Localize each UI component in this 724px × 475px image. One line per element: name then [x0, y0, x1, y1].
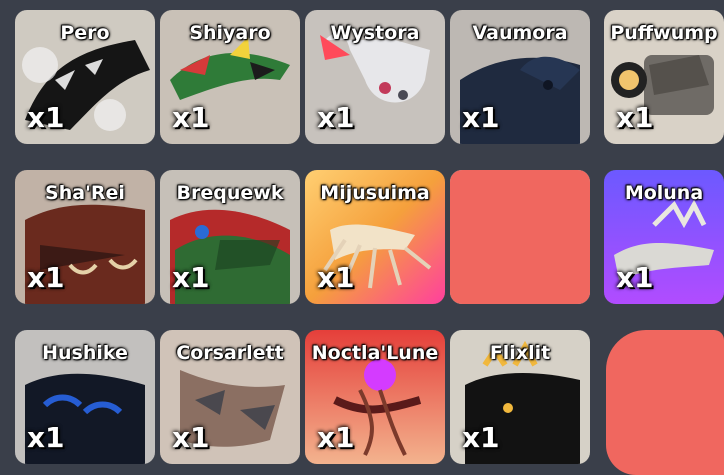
creature-card-puffwump[interactable]: Puffwump x1 [604, 10, 724, 144]
creature-name: Noctla'Lune [311, 342, 439, 364]
creature-card-sharei[interactable]: Sha'Rei x1 [15, 170, 155, 304]
creature-count: x1 [317, 101, 355, 134]
creature-card-brequewk[interactable]: Brequewk x1 [160, 170, 300, 304]
creature-name: Pero [60, 22, 110, 44]
creature-card-mijusuima[interactable]: Mijusuima x1 [305, 170, 445, 304]
creature-count: x1 [172, 421, 210, 454]
creature-count: x1 [462, 101, 500, 134]
creature-count: x1 [616, 261, 654, 294]
creature-name: Corsarlett [176, 342, 284, 364]
creature-name: Sha'Rei [45, 182, 125, 204]
creature-count: x1 [27, 421, 65, 454]
creature-count: x1 [317, 261, 355, 294]
creature-card-flixlit[interactable]: Flixlit x1 [450, 330, 590, 464]
creature-card-shiyaro[interactable]: Shiyaro x1 [160, 10, 300, 144]
creature-card-moluna[interactable]: Moluna x1 [604, 170, 724, 304]
creature-count: x1 [462, 421, 500, 454]
redaction-overlay [450, 170, 590, 304]
creature-count: x1 [616, 101, 654, 134]
creature-card-vaumora[interactable]: Vaumora x1 [450, 10, 590, 144]
creature-name: Shiyaro [189, 22, 271, 44]
creature-name: Flixlit [489, 342, 551, 364]
creature-card-redacted[interactable] [450, 170, 590, 304]
creature-count: x1 [27, 101, 65, 134]
creature-card-hushike[interactable]: Hushike x1 [15, 330, 155, 464]
creature-name: Moluna [624, 182, 704, 204]
creature-name: Hushike [42, 342, 128, 364]
creature-card-corsarlett[interactable]: Corsarlett x1 [160, 330, 300, 464]
creature-name: Puffwump [610, 22, 718, 44]
creature-name: Brequewk [176, 182, 284, 204]
creature-count: x1 [172, 261, 210, 294]
creature-card-wystora[interactable]: Wystora x1 [305, 10, 445, 144]
creature-count: x1 [317, 421, 355, 454]
creature-name: Mijusuima [320, 182, 430, 204]
creature-count: x1 [27, 261, 65, 294]
creature-name: Wystora [330, 22, 420, 44]
creature-card-noctlalune[interactable]: Noctla'Lune x1 [305, 330, 445, 464]
creature-name: Vaumora [472, 22, 568, 44]
creature-count: x1 [172, 101, 210, 134]
creature-inventory-grid: Pero x1 Shiyaro x1 Wystora x1 Vaumora x1… [0, 0, 724, 475]
redaction-overlay-right [606, 330, 724, 475]
creature-card-pero[interactable]: Pero x1 [15, 10, 155, 144]
